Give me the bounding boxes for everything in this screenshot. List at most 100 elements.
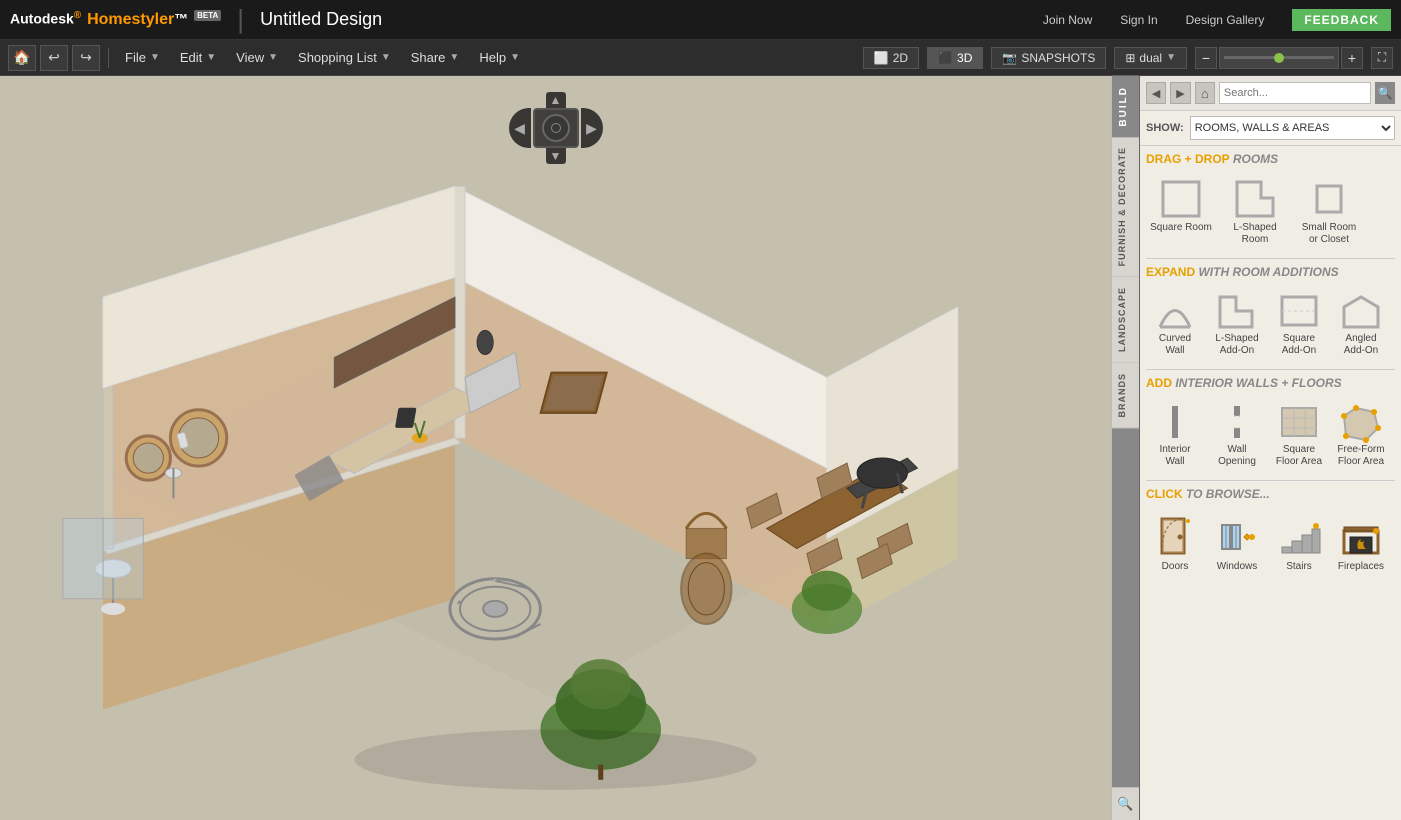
l-shaped-room-item[interactable]: L-Shaped Room [1220, 172, 1290, 250]
curved-wall-label: Curved Wall [1150, 333, 1200, 357]
edit-label: Edit [180, 50, 202, 65]
expand-grid: Curved Wall L-Shaped Add-On [1146, 285, 1395, 361]
l-shaped-addon-item[interactable]: L-Shaped Add-On [1208, 285, 1266, 361]
interior-wall-label: Interior Wall [1150, 444, 1200, 468]
angled-addon-icon [1336, 289, 1386, 333]
expand-view-btn[interactable]: ⛶ [1371, 47, 1393, 69]
camera-icon: 📷 [1002, 51, 1017, 65]
file-label: File [125, 50, 146, 65]
nav-left-btn[interactable]: ◀ [509, 108, 531, 148]
view-3d-btn[interactable]: ⬛ 3D [927, 47, 983, 69]
wall-opening-label: Wall Opening [1212, 444, 1262, 468]
view-chevron: ▼ [268, 52, 278, 63]
brands-tab-btn[interactable]: BRANDS [1112, 363, 1139, 429]
fireplaces-item[interactable]: Fireplaces [1332, 507, 1390, 577]
square-addon-icon [1274, 289, 1324, 333]
doors-icon [1150, 511, 1200, 561]
l-shaped-room-icon [1229, 176, 1281, 222]
square-room-item[interactable]: Square Room [1146, 172, 1216, 250]
zoom-thumb[interactable] [1274, 53, 1284, 63]
house-scene [0, 76, 1111, 820]
interior-wall-icon [1150, 400, 1200, 444]
dual-chevron: ▼ [1166, 52, 1176, 63]
forward-btn[interactable]: ▶ [1170, 82, 1190, 104]
windows-icon [1212, 511, 1262, 561]
share-chevron: ▼ [449, 52, 459, 63]
dual-btn[interactable]: ⊞ dual ▼ [1114, 47, 1187, 69]
add-walls-grid: Interior Wall Wall Opening [1146, 396, 1395, 472]
help-chevron: ▼ [510, 52, 520, 63]
shopping-label: Shopping List [298, 50, 377, 65]
panel-search-input[interactable] [1219, 82, 1371, 104]
square-floor-item[interactable]: Square Floor Area [1270, 396, 1328, 472]
small-room-item[interactable]: Small Room or Closet [1294, 172, 1364, 250]
menu-bar: 🏠 ↩ ↪ File ▼ Edit ▼ View ▼ Shopping List… [0, 40, 1401, 76]
back-btn[interactable]: ◀ [1146, 82, 1166, 104]
add-walls-section: ADD INTERIOR WALLS + FLOORS Interior Wal… [1146, 376, 1395, 472]
edit-menu[interactable]: Edit ▼ [172, 46, 224, 69]
snapshots-btn[interactable]: 📷 SNAPSHOTS [991, 47, 1106, 69]
dual-label: dual [1139, 51, 1162, 65]
help-menu[interactable]: Help ▼ [471, 46, 528, 69]
wall-opening-item[interactable]: Wall Opening [1208, 396, 1266, 472]
share-menu[interactable]: Share ▼ [403, 46, 468, 69]
design-gallery-link[interactable]: Design Gallery [1186, 13, 1265, 27]
fireplaces-label: Fireplaces [1338, 561, 1384, 573]
viewport[interactable]: ▲ ◀ ▶ ▼ [0, 76, 1111, 820]
freeform-floor-item[interactable]: Free-Form Floor Area [1332, 396, 1390, 472]
angled-addon-label: Angled Add-On [1336, 333, 1386, 357]
view-3d-label: 3D [957, 51, 972, 65]
interior-wall-item[interactable]: Interior Wall [1146, 396, 1204, 472]
file-menu[interactable]: File ▼ [117, 46, 168, 69]
view-controls: ⬜ 2D ⬛ 3D 📷 SNAPSHOTS ⊞ dual ▼ − + ⛶ [863, 47, 1393, 69]
nav-down-btn[interactable]: ▼ [546, 148, 566, 164]
zoom-slider[interactable] [1219, 47, 1339, 69]
angled-addon-item[interactable]: Angled Add-On [1332, 285, 1390, 361]
home-panel-btn[interactable]: ⌂ [1195, 82, 1215, 104]
furnish-tab-btn[interactable]: FURNISH & DECORATE [1112, 137, 1139, 277]
view-menu[interactable]: View ▼ [228, 46, 286, 69]
windows-item[interactable]: Windows [1208, 507, 1266, 577]
sign-in-link[interactable]: Sign In [1120, 13, 1157, 27]
l-shaped-addon-label: L-Shaped Add-On [1212, 333, 1262, 357]
undo-btn[interactable]: ↩ [40, 45, 68, 71]
nav-control: ▲ ◀ ▶ ▼ [506, 92, 606, 152]
panel-search-btn[interactable]: 🔍 [1375, 82, 1395, 104]
redo-btn[interactable]: ↪ [72, 45, 100, 71]
show-select[interactable]: ROOMS, WALLS & AREASROOMS ONLYWALLS ONLY [1190, 116, 1395, 140]
freeform-floor-icon [1336, 400, 1386, 444]
stairs-item[interactable]: Stairs [1270, 507, 1328, 577]
doors-item[interactable]: Doors [1146, 507, 1204, 577]
show-label: SHOW: [1146, 122, 1184, 134]
fireplaces-icon [1336, 511, 1386, 561]
dual-icon: ⊞ [1125, 51, 1135, 65]
expand-section: EXPAND WITH ROOM ADDITIONS Curved Wall [1146, 265, 1395, 361]
top-bar: Autodesk® Homestyler™ BETA | Untitled De… [0, 0, 1401, 40]
square-addon-item[interactable]: Square Add-On [1270, 285, 1328, 361]
join-now-link[interactable]: Join Now [1043, 13, 1092, 27]
expand-title: EXPAND WITH ROOM ADDITIONS [1146, 265, 1395, 279]
curved-wall-item[interactable]: Curved Wall [1146, 285, 1204, 361]
windows-label: Windows [1217, 561, 1258, 573]
feedback-button[interactable]: FEEDBACK [1292, 9, 1391, 31]
build-tab-btn[interactable]: BUILD [1112, 76, 1139, 137]
view-3d-icon: ⬛ [938, 51, 953, 65]
click-browse-grid: Doors [1146, 507, 1395, 577]
nav-right-btn[interactable]: ▶ [581, 108, 603, 148]
zoom-in-btn[interactable]: + [1341, 47, 1363, 69]
add-walls-title: ADD INTERIOR WALLS + FLOORS [1146, 376, 1395, 390]
show-row: SHOW: ROOMS, WALLS & AREASROOMS ONLYWALL… [1140, 111, 1401, 146]
shopping-list-menu[interactable]: Shopping List ▼ [290, 46, 399, 69]
square-floor-label: Square Floor Area [1274, 444, 1324, 468]
file-chevron: ▼ [150, 52, 160, 63]
click-browse-section: CLICK TO BROWSE... [1146, 487, 1395, 577]
square-addon-label: Square Add-On [1274, 333, 1324, 357]
landscape-tab-btn[interactable]: LANDSCAPE [1112, 277, 1139, 363]
view-2d-btn[interactable]: ⬜ 2D [863, 47, 919, 69]
small-room-icon [1303, 176, 1355, 222]
l-shaped-addon-icon [1212, 289, 1262, 333]
home-icon-btn[interactable]: 🏠 [8, 45, 36, 71]
zoom-out-btn[interactable]: − [1195, 47, 1217, 69]
small-room-label: Small Room or Closet [1298, 222, 1360, 246]
search-tab-btn[interactable]: 🔍 [1112, 787, 1139, 820]
